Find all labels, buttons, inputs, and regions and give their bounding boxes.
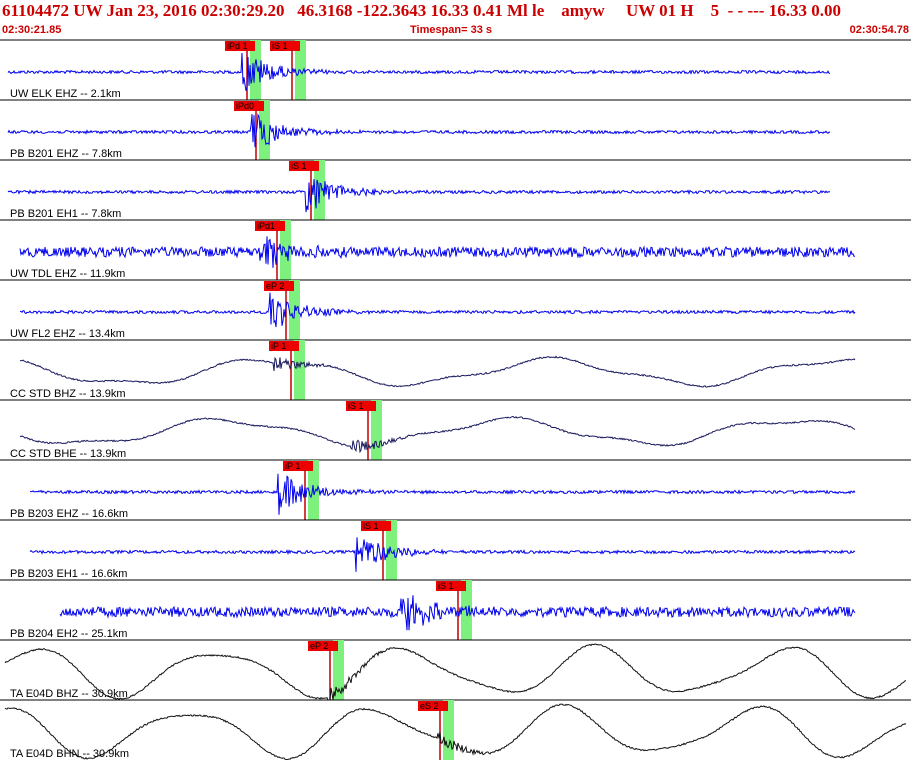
pick-label: iS 1	[291, 161, 307, 171]
channel-row[interactable]: iP 1 CC STD BHZ -- 13.9km	[0, 339, 911, 400]
channel-label: UW TDL EHZ -- 11.9km	[10, 268, 125, 280]
pick-label: iS 1	[348, 401, 364, 411]
channel-row[interactable]: iP 1 PB B203 EHZ -- 16.6km	[0, 459, 911, 520]
channel-label: PB B201 EH1 -- 7.8km	[10, 208, 121, 220]
channel-label: PB B203 EHZ -- 16.6km	[10, 508, 128, 520]
waveform-trace[interactable]	[19, 355, 856, 388]
pick-label: iS 1	[363, 521, 379, 531]
seismogram-panel[interactable]: iPd 1 iS 1 UW ELK EHZ -- 2.1km iPd0 PB B201 …	[0, 0, 911, 760]
channel-row[interactable]: iPd 1 iS 1 UW ELK EHZ -- 2.1km	[0, 39, 911, 100]
channel-label: TA E04D BHZ -- 30.9km	[10, 688, 128, 700]
pick-label: iPd0	[236, 101, 254, 111]
waveform-trace[interactable]	[19, 292, 856, 328]
pick-label: iP 1	[271, 341, 286, 351]
pick-label: iS 1	[272, 41, 288, 51]
waveform-trace[interactable]	[19, 236, 856, 268]
channel-label: CC STD BHZ -- 13.9km	[10, 388, 126, 400]
waveform-trace[interactable]	[7, 113, 831, 148]
channel-row[interactable]: iS 1 CC STD BHE -- 13.9km	[0, 399, 911, 460]
channel-row[interactable]: iS 1 PB B204 EH2 -- 25.1km	[0, 579, 911, 640]
channel-label: UW ELK EHZ -- 2.1km	[10, 88, 121, 100]
channel-row[interactable]: eP 2 UW FL2 EHZ -- 13.4km	[0, 279, 911, 340]
waveform-trace[interactable]	[7, 52, 831, 91]
channel-label: PB B203 EH1 -- 16.6km	[10, 568, 127, 580]
pick-label: iPd 1	[227, 41, 248, 51]
channel-row[interactable]: iPd1 UW TDL EHZ -- 11.9km	[0, 219, 911, 280]
channel-row[interactable]: eP 2 TA E04D BHZ -- 30.9km	[0, 639, 911, 701]
channel-row[interactable]: eS 2 TA E04D BHN -- 30.9km	[0, 699, 911, 760]
pick-label: eS 2	[420, 701, 439, 711]
waveform-trace[interactable]	[7, 178, 831, 213]
channel-row[interactable]: iPd0 PB B201 EHZ -- 7.8km	[0, 99, 911, 160]
channel-row[interactable]: iS 1 PB B203 EH1 -- 16.6km	[0, 519, 911, 580]
pick-label: eP 2	[310, 641, 328, 651]
pick-label: iP 1	[285, 461, 300, 471]
channel-label: PB B201 EHZ -- 7.8km	[10, 148, 122, 160]
channel-label: PB B204 EH2 -- 25.1km	[10, 628, 127, 640]
channel-label: CC STD BHE -- 13.9km	[10, 448, 126, 460]
waveform-trace[interactable]	[4, 643, 907, 701]
waveform-trace[interactable]	[29, 537, 856, 572]
waveform-trace[interactable]	[19, 415, 856, 454]
channel-label: TA E04D BHN -- 30.9km	[10, 748, 129, 760]
pick-label: iS 1	[438, 581, 454, 591]
pick-label: eP 2	[266, 281, 284, 291]
channel-label: UW FL2 EHZ -- 13.4km	[10, 328, 125, 340]
waveform-trace[interactable]	[4, 703, 907, 760]
pick-label: iPd1	[257, 221, 275, 231]
channel-row[interactable]: iS 1 PB B201 EH1 -- 7.8km	[0, 159, 911, 220]
waveform-trace[interactable]	[29, 473, 856, 515]
